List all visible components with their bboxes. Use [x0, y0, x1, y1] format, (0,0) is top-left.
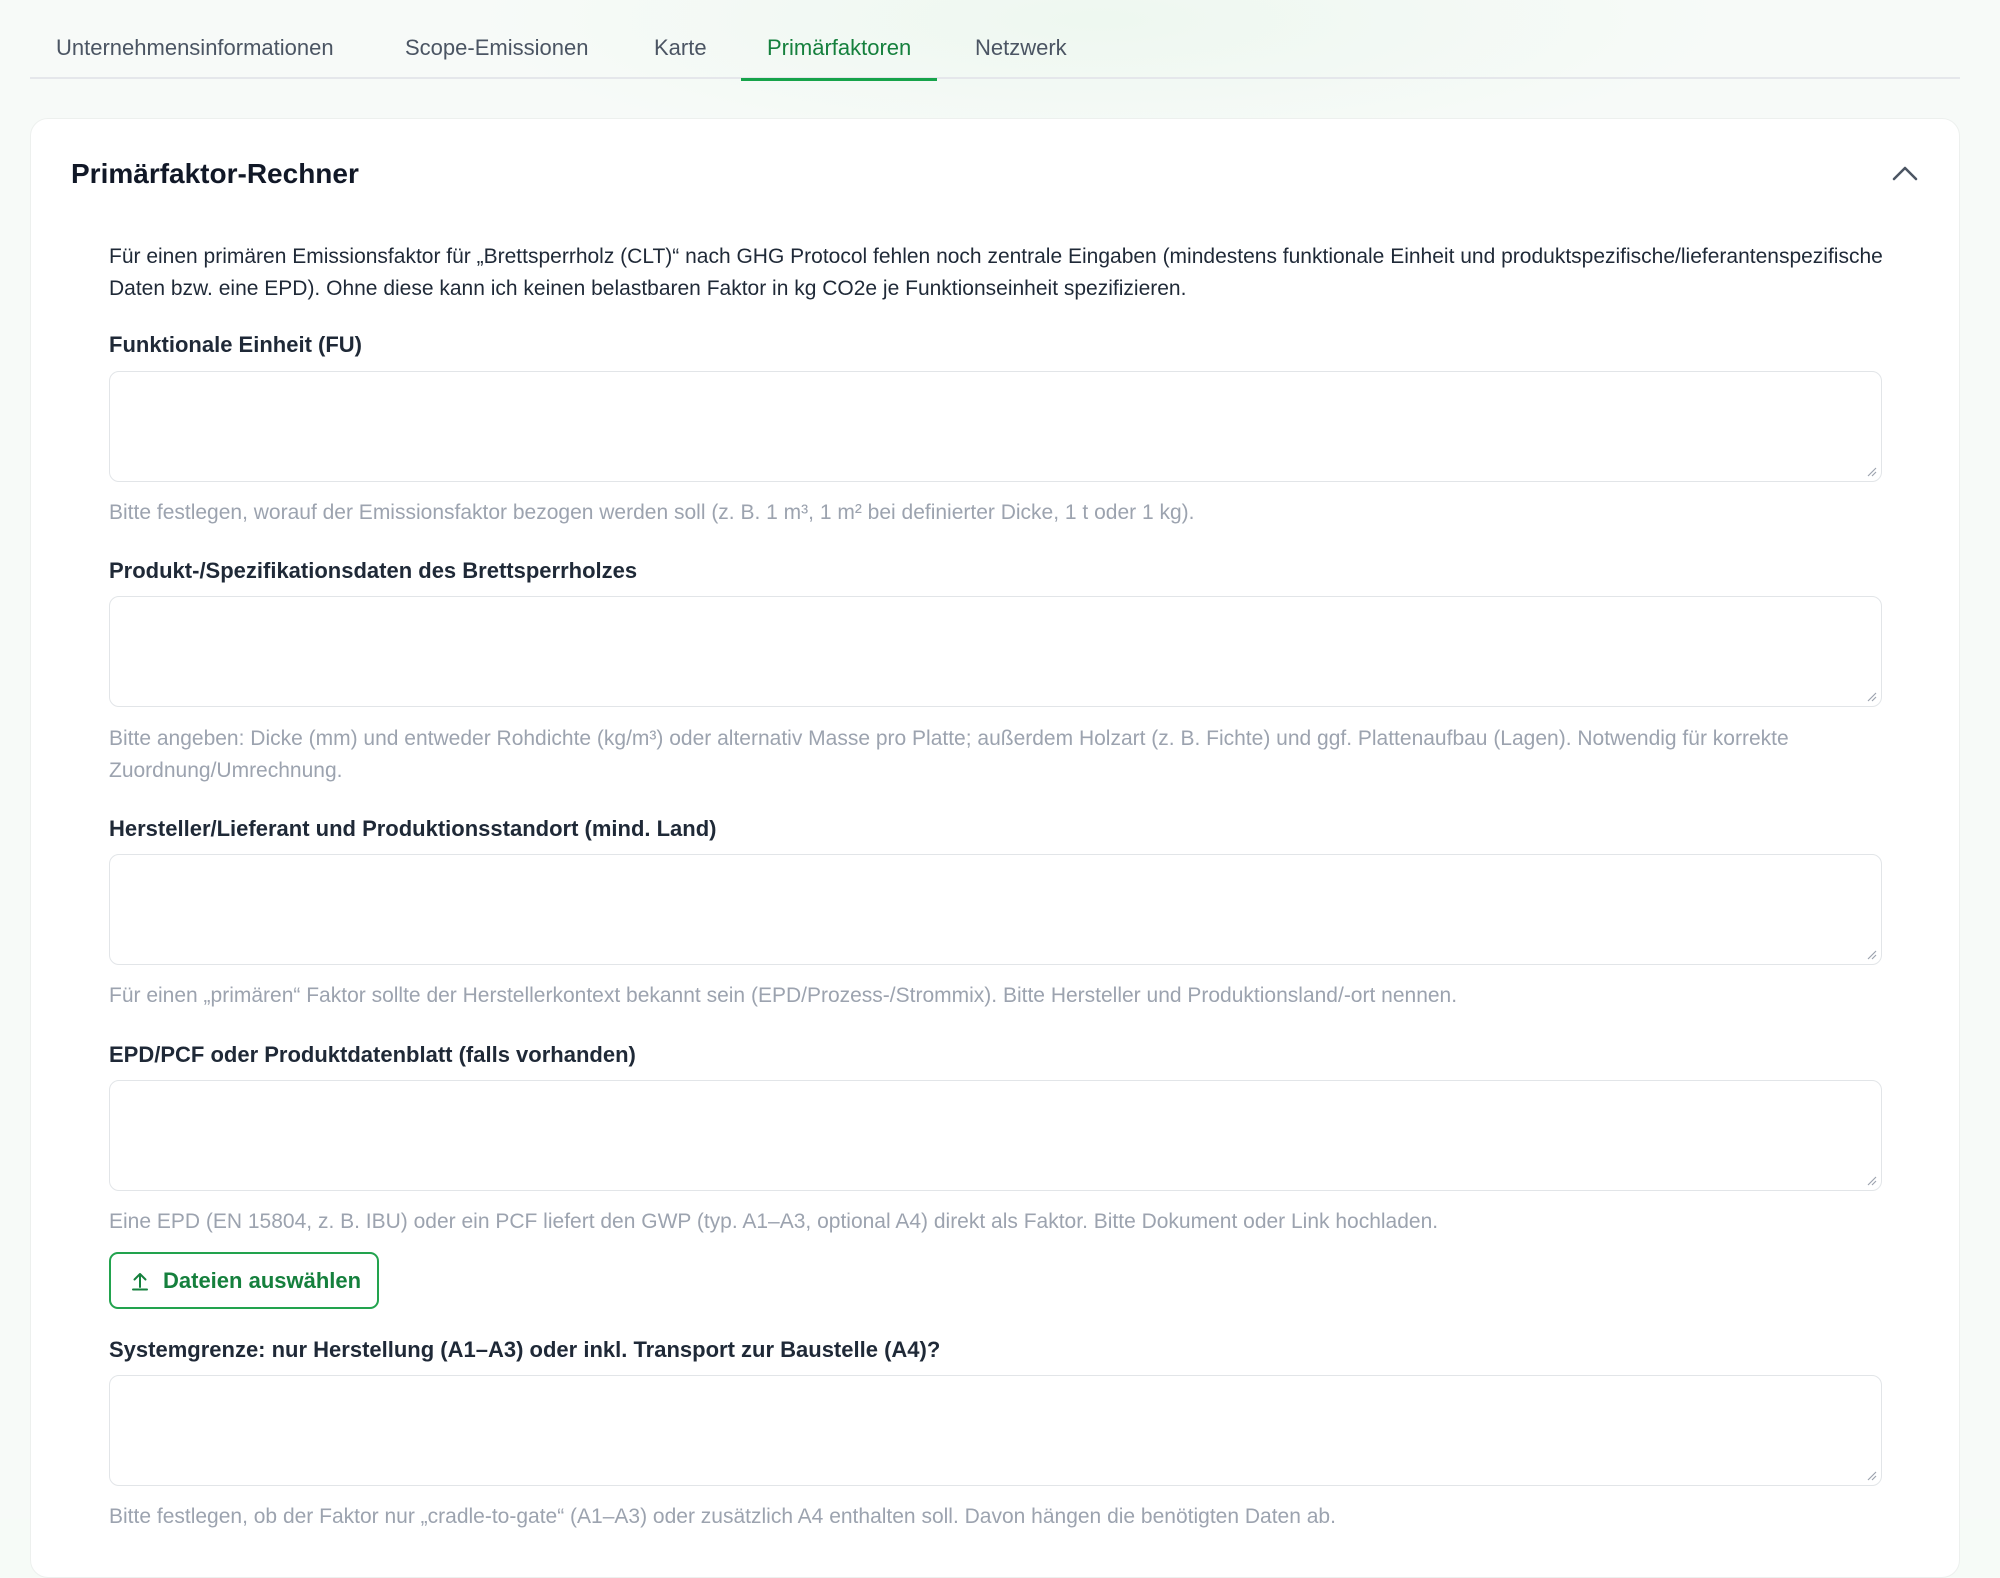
resize-grip-icon[interactable]	[1865, 465, 1877, 477]
systemgrenze-input[interactable]	[110, 1376, 1881, 1485]
intro-text: Für einen primären Emissionsfaktor für „…	[109, 245, 1883, 300]
select-files-button[interactable]: Dateien auswählen	[109, 1252, 379, 1309]
tab-scope-emissionen[interactable]: Scope-Emissionen	[405, 30, 588, 79]
card-title: Primärfaktor-Rechner	[71, 158, 359, 189]
produktdaten-field[interactable]	[109, 596, 1882, 707]
epd-pcf-input[interactable]	[110, 1081, 1881, 1190]
epd-pcf-field[interactable]	[109, 1080, 1882, 1191]
primaerfaktor-rechner-card: Primärfaktor-Rechner Für einen primären …	[30, 118, 1960, 1578]
tab-netzwerk[interactable]: Netzwerk	[975, 30, 1067, 79]
resize-grip-icon[interactable]	[1865, 1469, 1877, 1481]
funktionale-einheit-input[interactable]	[110, 372, 1881, 481]
systemgrenze-field[interactable]	[109, 1375, 1882, 1486]
tab-karte[interactable]: Karte	[654, 30, 707, 79]
field-label-systemgrenze: Systemgrenze: nur Herstellung (A1–A3) od…	[109, 1337, 941, 1362]
field-hint-systemgrenze: Bitte festlegen, ob der Faktor nur „crad…	[109, 1505, 1336, 1528]
field-label-funktionale-einheit: Funktionale Einheit (FU)	[109, 332, 362, 357]
funktionale-einheit-field[interactable]	[109, 371, 1882, 482]
field-hint-epd-pcf: Eine EPD (EN 15804, z. B. IBU) oder ein …	[109, 1210, 1439, 1233]
hersteller-field[interactable]	[109, 854, 1882, 965]
chevron-up-icon	[1892, 166, 1918, 181]
tab-primaerfaktoren[interactable]: Primärfaktoren	[740, 30, 938, 81]
field-label-produktdaten: Produkt-/Spezifikationsdaten des Brettsp…	[109, 558, 638, 583]
resize-grip-icon[interactable]	[1865, 690, 1877, 702]
resize-grip-icon[interactable]	[1865, 1174, 1877, 1186]
field-hint-produktdaten: Bitte angeben: Dicke (mm) und entweder R…	[109, 727, 1789, 782]
field-hint-funktionale-einheit: Bitte festlegen, worauf der Emissionsfak…	[109, 501, 1195, 524]
field-hint-hersteller: Für einen „primären“ Faktor sollte der H…	[109, 984, 1458, 1007]
field-label-hersteller: Hersteller/Lieferant und Produktionsstan…	[109, 816, 717, 841]
upload-icon	[132, 1272, 148, 1290]
field-label-epd-pcf: EPD/PCF oder Produktdatenblatt (falls vo…	[109, 1042, 636, 1067]
resize-grip-icon[interactable]	[1865, 948, 1877, 960]
tab-unternehmensinformationen[interactable]: Unternehmensinformationen	[56, 30, 334, 79]
collapse-button[interactable]	[1883, 151, 1927, 195]
select-files-label: Dateien auswählen	[163, 1267, 362, 1293]
hersteller-input[interactable]	[110, 855, 1881, 964]
tab-bar: Unternehmensinformationen Scope-Emission…	[30, 0, 1960, 81]
produktdaten-input[interactable]	[110, 597, 1881, 706]
